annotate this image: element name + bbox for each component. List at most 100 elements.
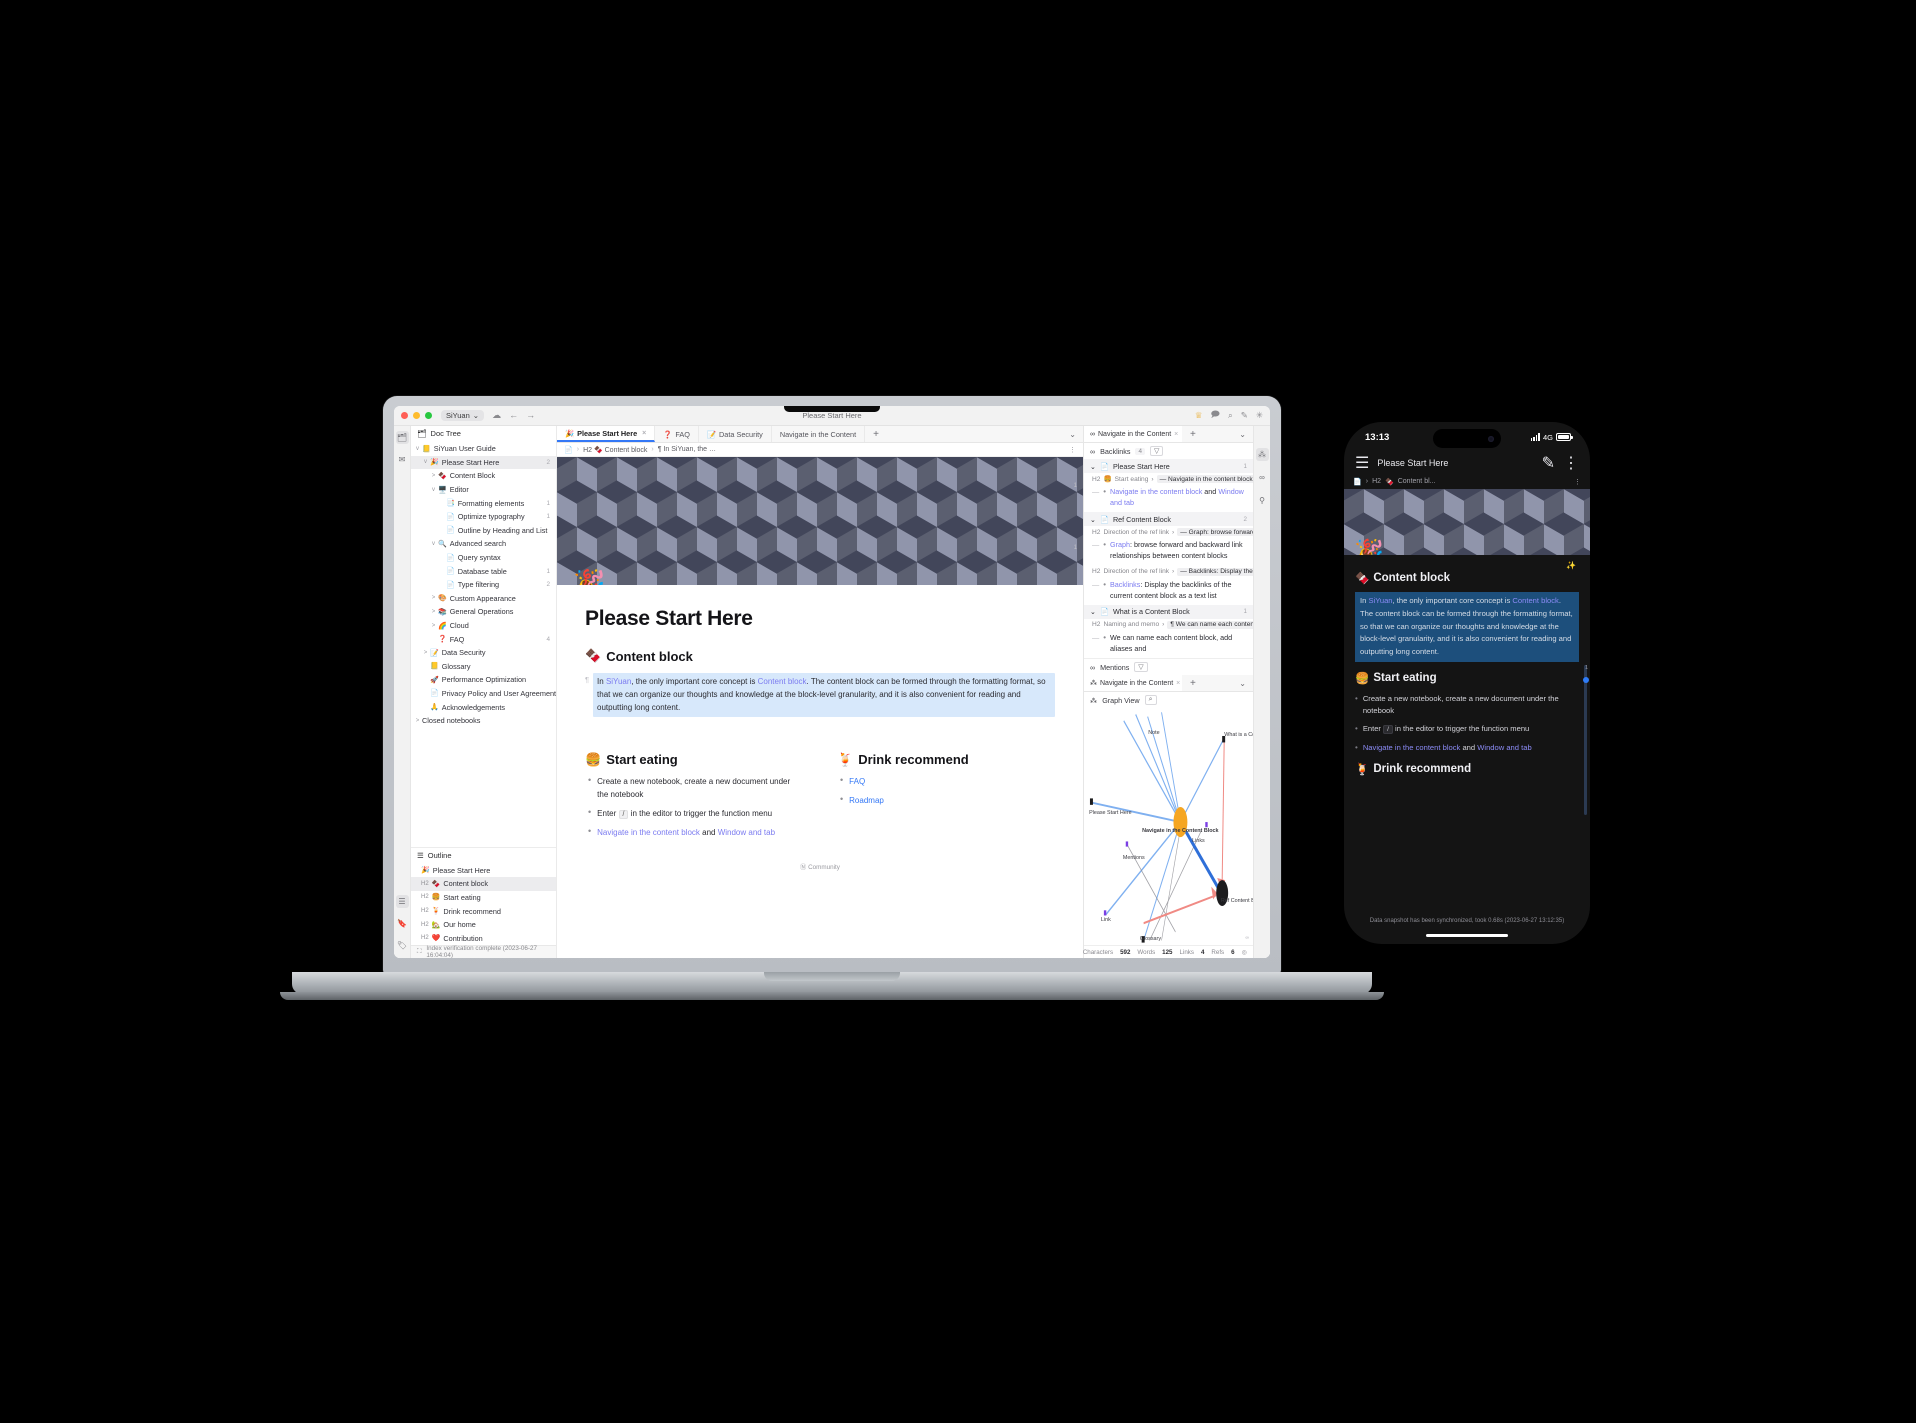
doc-tree-item[interactable]: v 🖥️ Editor xyxy=(411,483,556,497)
graph-overflow-chevron-down-icon[interactable]: ⌄ xyxy=(1232,675,1253,691)
tag-icon[interactable]: 🏷 xyxy=(396,939,409,952)
backlink-breadcrumb[interactable]: H2 Naming and memo › ¶ We can name each con… xyxy=(1084,619,1253,631)
editor-tab[interactable]: 📝 Data Security xyxy=(699,426,772,442)
graph-canvas[interactable]: Navigate in the Content Block Ref Content… xyxy=(1084,708,1253,945)
backlink-chip[interactable]: ¶ We can name each content b xyxy=(1167,620,1253,629)
doc-tree-item[interactable]: > 📝 Data Security xyxy=(411,646,556,660)
maximize-window-button[interactable] xyxy=(425,412,432,419)
link-content-block[interactable]: Content block xyxy=(758,677,807,686)
backlink-icon[interactable]: ∞ xyxy=(1256,471,1269,484)
link-content-block[interactable]: Content block xyxy=(1512,596,1558,605)
inbox-icon[interactable]: ✉ xyxy=(396,453,409,466)
chevron-right-icon[interactable]: > xyxy=(429,623,438,629)
edit-icon[interactable]: ✎ xyxy=(1241,410,1248,421)
dock-tab-navigate[interactable]: ∞ Navigate in the Content × xyxy=(1084,426,1182,442)
graph-node-label[interactable]: Please Start Here xyxy=(1089,810,1132,816)
link-window-and-tab[interactable]: Window and tab xyxy=(718,828,775,837)
graph-tabbar[interactable]: ⁂ Navigate in the Content × + ⌄ xyxy=(1084,675,1253,693)
outline-item[interactable]: H2 🍫 Content block xyxy=(411,877,556,891)
chevron-right-icon[interactable]: > xyxy=(421,650,430,656)
mentions-filter-icon[interactable]: ▽ xyxy=(1134,662,1148,673)
bullet-item[interactable]: • Roadmap xyxy=(837,794,1055,807)
backlink-item[interactable]: — • Navigate in the content block and Wind… xyxy=(1084,485,1253,512)
backlink-breadcrumb[interactable]: H2 🍔 Start eating › — Navigate in the conten… xyxy=(1084,473,1253,485)
doc-tree-item[interactable]: 🙏 Acknowledgements xyxy=(411,700,556,714)
doc-tree-item[interactable]: 📄 Type filtering 2 xyxy=(411,578,556,592)
menu-icon[interactable]: ☰ xyxy=(1355,453,1369,473)
doc-tree-item[interactable]: > 🍫 Content Block xyxy=(411,469,556,483)
breadcrumb[interactable]: 📄 › H2 🍫 Content block › ¶ In SiYuan, th… xyxy=(557,443,1083,457)
backlink-item[interactable]: — • We can name each content block, add al… xyxy=(1084,631,1253,658)
settings-icon[interactable]: ✳ xyxy=(1256,410,1263,421)
chevron-down-icon[interactable]: v xyxy=(429,541,438,547)
link-siyuan[interactable]: SiYuan xyxy=(1368,596,1392,605)
graph-node-label[interactable]: Links xyxy=(1192,838,1205,844)
outline-item[interactable]: H2 ❤️ Contribution xyxy=(411,931,556,945)
backlink-item[interactable]: — • Graph: browse forward and backward lin… xyxy=(1084,538,1253,565)
back-arrow-icon[interactable]: ← xyxy=(509,411,518,420)
bullet-item[interactable]: • Enter / in the editor to trigger the fu… xyxy=(1355,723,1579,736)
add-dock-tab-button[interactable]: + xyxy=(1182,426,1204,442)
close-window-button[interactable] xyxy=(401,412,408,419)
graph-node-label[interactable]: Glossary xyxy=(1140,936,1161,942)
add-graph-tab-button[interactable]: + xyxy=(1182,675,1204,691)
chevron-down-icon[interactable]: ⌄ xyxy=(1090,462,1096,471)
traffic-lights[interactable] xyxy=(401,412,432,419)
backlink-document-row[interactable]: ⌄ 📄 Ref Content Block 2 xyxy=(1084,512,1253,527)
outline-item[interactable]: H2 🍹 Drink recommend xyxy=(411,904,556,918)
phone-scrollbar-thumb[interactable] xyxy=(1582,677,1589,683)
doc-tree-item[interactable]: > 🌈 Cloud xyxy=(411,619,556,633)
graph-icon[interactable]: ⁂ xyxy=(1255,448,1269,461)
doc-tree-item[interactable]: > 📚 General Operations xyxy=(411,605,556,619)
dock-tabbar[interactable]: ∞ Navigate in the Content × + ⌄ xyxy=(1084,426,1253,443)
backlink-document-row[interactable]: ⌄ 📄 Please Start Here 1 xyxy=(1084,459,1253,473)
notification-icon[interactable]: 🗩 xyxy=(1211,409,1220,423)
backlink-chip[interactable]: — Backlinks: Display the bac xyxy=(1177,567,1253,576)
chevron-right-icon[interactable]: > xyxy=(429,609,438,615)
editor-tab[interactable]: Navigate in the Content xyxy=(772,426,866,442)
chevron-right-icon[interactable]: > xyxy=(413,718,422,724)
editor-tab[interactable]: 🎉 Please Start Here × xyxy=(557,426,656,442)
phone-scrollbar-track[interactable] xyxy=(1584,665,1587,815)
breadcrumb-item-1[interactable]: ¶ In SiYuan, the … xyxy=(658,446,716,453)
phone-breadcrumb[interactable]: 📄 › H2 🍫 Content bl... ⋮ xyxy=(1344,474,1590,489)
graph-node-label[interactable]: What is a Content Block xyxy=(1224,732,1253,738)
backlink-ref-link[interactable]: Graph xyxy=(1110,540,1130,549)
doc-tree-item[interactable]: > Closed notebooks xyxy=(411,714,556,728)
doc-tree-item[interactable]: 📄 Privacy Policy and User Agreement xyxy=(411,687,556,701)
chevron-down-icon[interactable]: ⌄ xyxy=(1090,515,1096,524)
graph-node-label[interactable]: Navigate in the Content Block xyxy=(1142,828,1218,834)
doc-tree-item[interactable]: 📑 Formatting elements 1 xyxy=(411,496,556,510)
phone-document-content[interactable]: ✨ 🍫 Content block In SiYuan, the only im… xyxy=(1344,555,1590,944)
doc-tree-item[interactable]: 📄 Optimize typography 1 xyxy=(411,510,556,524)
backlink-ref-link[interactable]: Navigate in the content block xyxy=(1110,487,1202,496)
paragraph-block[interactable]: ¶ In SiYuan, the only important core con… xyxy=(585,673,1055,717)
bullet-link[interactable]: FAQ xyxy=(849,775,865,788)
graph-tab[interactable]: ⁂ Navigate in the Content × xyxy=(1084,675,1182,692)
chevron-right-icon[interactable]: > xyxy=(429,473,438,479)
editor-tab[interactable]: ❓ FAQ xyxy=(655,426,699,442)
bullet-item[interactable]: • Enter / in the editor to trigger the fu… xyxy=(585,807,803,821)
help-icon[interactable]: ◎ xyxy=(1242,949,1247,956)
phone-highlighted-paragraph[interactable]: In SiYuan, the only important core conce… xyxy=(1355,592,1579,662)
bullet-item[interactable]: • Navigate in the content block and Windo… xyxy=(1355,742,1579,755)
backlinks-list[interactable]: ⌄ 📄 Please Start Here 1 H2 🍔 Start eating › — Na… xyxy=(1084,459,1253,658)
graph-node-label[interactable]: Ref Content Block xyxy=(1221,898,1253,904)
chevron-down-icon[interactable]: ⌄ xyxy=(1090,607,1096,616)
doc-tree[interactable]: v 📒 SiYuan User Guide v 🎉 Please Start Here 2 >… xyxy=(411,441,556,847)
bullet-item[interactable]: • FAQ xyxy=(837,775,1055,788)
backlink-ref-link[interactable]: Backlinks xyxy=(1110,580,1140,589)
forward-arrow-icon[interactable]: → xyxy=(526,411,535,420)
bullet-link[interactable]: Roadmap xyxy=(849,794,884,807)
backlink-chip[interactable]: — Navigate in the content block and xyxy=(1156,475,1253,483)
bookmark-icon[interactable]: 🔖 xyxy=(396,917,409,930)
bullet-item[interactable]: • Create a new notebook, create a new doc… xyxy=(1355,693,1579,717)
bullet-item[interactable]: • Navigate in the content block and Windo… xyxy=(585,826,803,839)
close-icon[interactable]: × xyxy=(1174,431,1178,438)
chevron-down-icon[interactable]: v xyxy=(413,446,422,452)
new-tab-button[interactable]: + xyxy=(865,426,887,442)
backlink-item[interactable]: — • Backlinks: Display the backlinks of th… xyxy=(1084,578,1253,605)
backlink-breadcrumb[interactable]: H2 Direction of the ref link › — Backlinks:… xyxy=(1084,566,1253,578)
graph-node-label[interactable]: Mentions xyxy=(1123,855,1145,861)
highlighted-paragraph[interactable]: In SiYuan, the only important core conce… xyxy=(593,673,1055,717)
